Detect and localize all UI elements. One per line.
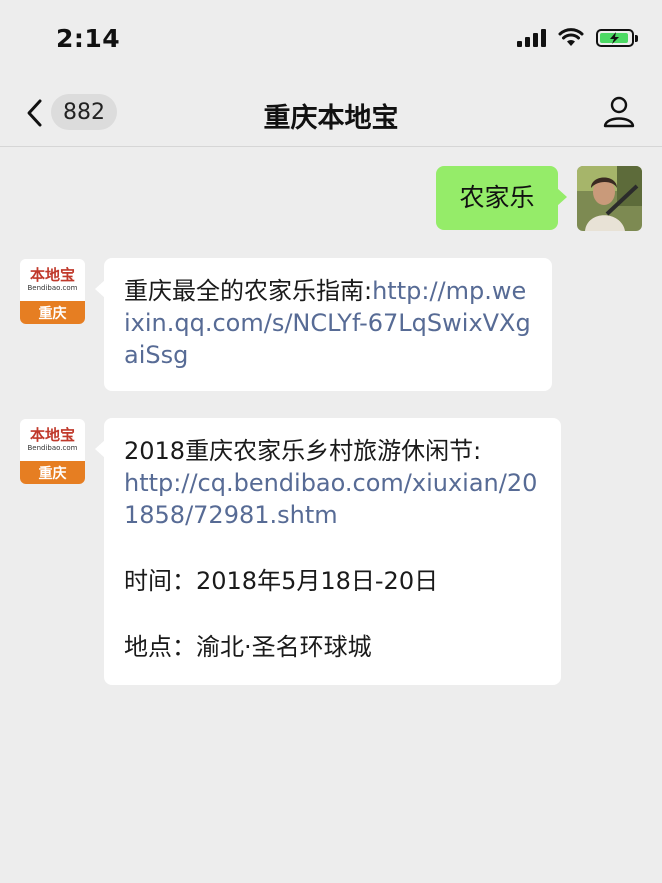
- chat-title: 重庆本地宝: [263, 103, 399, 134]
- bot-avatar[interactable]: 本地宝 Bendibao.com 重庆: [20, 259, 85, 324]
- message-link[interactable]: http://cq.bendibao.com/xiuxian/201858/72…: [124, 467, 541, 531]
- bot-city-label: 重庆: [20, 301, 85, 324]
- self-message-bubble[interactable]: 农家乐: [436, 166, 567, 230]
- self-avatar[interactable]: [577, 166, 642, 231]
- battery-icon: [596, 29, 638, 47]
- status-time: 2:14: [56, 24, 121, 53]
- bot-city-label: 重庆: [20, 461, 85, 484]
- bot-logo-sub: Bendibao.com: [27, 444, 78, 452]
- bot-message-bubble[interactable]: 重庆最全的农家乐指南:http://mp.weixin.qq.com/s/NCL…: [95, 258, 552, 391]
- bot-message-bubble[interactable]: 2018重庆农家乐乡村旅游休闲节: http://cq.bendibao.com…: [95, 418, 561, 685]
- charging-bolt-icon: [610, 32, 619, 44]
- cellular-signal-icon: [517, 29, 546, 47]
- wifi-icon: [558, 28, 584, 46]
- bot-avatar[interactable]: 本地宝 Bendibao.com 重庆: [20, 419, 85, 484]
- event-time-text: 时间：2018年5月18日-20日: [124, 567, 439, 595]
- user-photo-icon: [577, 166, 642, 231]
- bot-logo-text: 本地宝: [29, 426, 75, 444]
- chat-header: 882 重庆本地宝: [0, 80, 662, 147]
- event-place-text: 地点：渝北·圣名环球城: [124, 633, 372, 661]
- status-bar: 2:14: [0, 0, 662, 80]
- status-icons: [517, 28, 638, 48]
- message-text: 重庆最全的农家乐指南:: [124, 277, 373, 305]
- profile-icon[interactable]: [602, 94, 636, 128]
- self-message-text: 农家乐: [459, 183, 535, 212]
- bot-logo-text: 本地宝: [29, 266, 75, 284]
- bot-logo-sub: Bendibao.com: [27, 284, 78, 292]
- message-text: 2018重庆农家乐乡村旅游休闲节:: [124, 437, 482, 465]
